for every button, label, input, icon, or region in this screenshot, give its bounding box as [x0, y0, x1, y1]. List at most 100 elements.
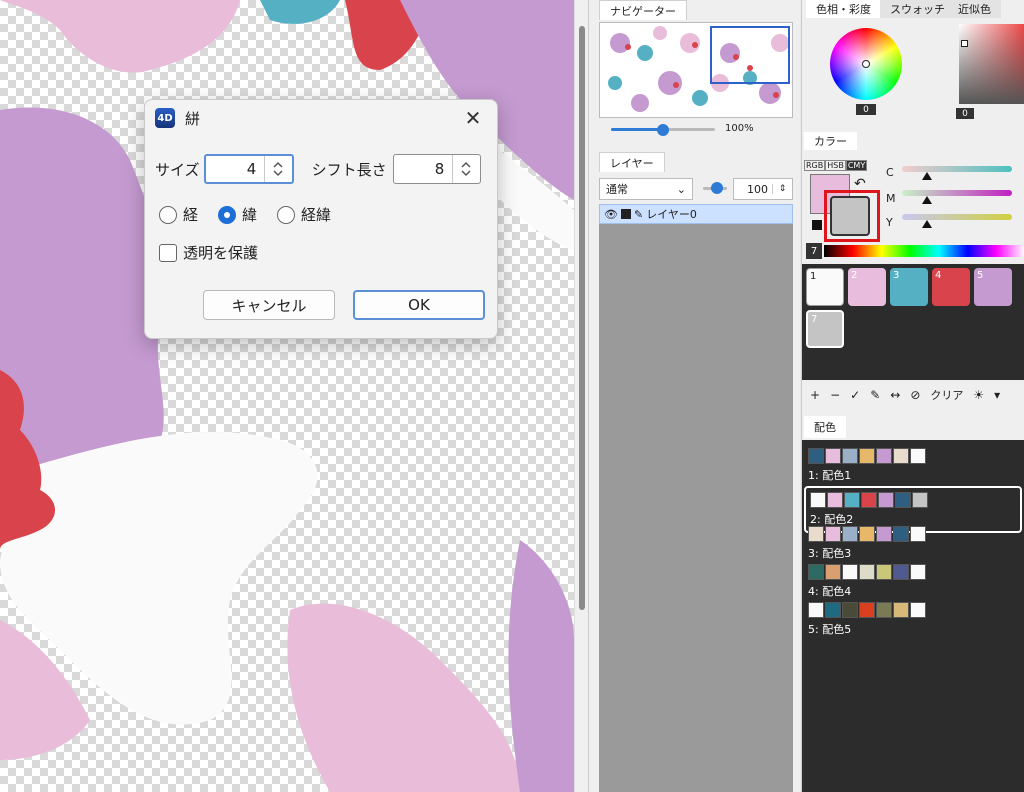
spin-arrows-icon[interactable]: ⇕: [772, 184, 792, 194]
protect-row: 透明を保護: [159, 242, 258, 263]
zoom-value: 100%: [725, 123, 754, 134]
opacity-slider-knob[interactable]: [711, 182, 723, 194]
scheme-name: 3: 配色3: [808, 547, 852, 560]
direction-radio-group: 経 緯 経緯: [159, 204, 331, 225]
tab-swatch[interactable]: スウォッチ: [880, 0, 955, 18]
palette-swatch-3[interactable]: 3: [890, 268, 928, 306]
layer-list: 👁 ✎ レイヤー0: [599, 204, 793, 792]
scheme-chips: [808, 448, 926, 464]
spectrum-bar[interactable]: [824, 245, 1024, 257]
clear-button[interactable]: クリア: [930, 387, 963, 403]
zoom-slider-knob[interactable]: [657, 124, 669, 136]
scheme-name: 4: 配色4: [808, 585, 852, 598]
tab-similar-colors[interactable]: 近似色: [948, 0, 1001, 18]
eye-icon[interactable]: 👁: [604, 208, 618, 221]
dialog-titlebar: 4D 絣 ✕: [145, 100, 497, 136]
navigator-layer-panel: ナビゲーター 100% レイヤー 通常 ⌄ 100 ⇕ 👁 ✎ レイヤー0: [588, 0, 800, 792]
close-icon[interactable]: ✕: [459, 104, 487, 132]
palette-swatch-index: 3: [893, 270, 900, 281]
mode-rgb[interactable]: RGB: [804, 160, 826, 171]
palette-swatch-index: 1: [810, 271, 817, 282]
tab-hue-saturation[interactable]: 色相・彩度: [806, 0, 881, 18]
app-icon: 4D: [155, 108, 175, 128]
tab-color[interactable]: カラー: [804, 132, 857, 150]
slider-m-label: M: [886, 192, 896, 205]
mode-hsb[interactable]: HSB: [825, 160, 846, 171]
size-row: サイズ 4 シフト長さ 8: [155, 154, 481, 184]
navigator-thumbnail[interactable]: [599, 22, 793, 118]
spin-arrows-icon[interactable]: [264, 156, 291, 182]
color-mode-tabs: RGB HSB CMY: [804, 160, 868, 171]
radio-weft[interactable]: [218, 205, 237, 224]
slider-c[interactable]: [902, 166, 1012, 172]
shift-value[interactable]: 8: [394, 160, 453, 178]
lock-icon[interactable]: [620, 209, 631, 219]
hue-value: 0: [856, 104, 876, 115]
default-colors-icon[interactable]: [812, 220, 822, 230]
scheme-item[interactable]: 4: 配色4: [808, 564, 926, 599]
mode-cmy[interactable]: CMY: [845, 160, 868, 171]
swap-horizontal-icon[interactable]: ↔: [890, 388, 900, 402]
brightness-icon[interactable]: ☀: [973, 388, 984, 402]
canvas-vertical-scrollbar[interactable]: [574, 0, 588, 792]
saturation-value-box[interactable]: [959, 24, 1024, 104]
check-icon[interactable]: ✓: [850, 388, 860, 402]
pencil-icon: ✎: [633, 207, 644, 221]
sv-value: 0: [956, 108, 974, 119]
scheme-name: 1: 配色1: [808, 469, 852, 482]
color-scheme-list: 1: 配色1 2: 配色2 3: 配色3 4: 配色4 5: 配色5: [802, 440, 1024, 792]
palette-swatch-2[interactable]: 2: [848, 268, 886, 306]
palette-swatch-index: 7: [811, 314, 818, 325]
palette-toolbar: + − ✓ ✎ ↔ ⊘ クリア ☀ ▾: [802, 384, 1024, 406]
radio-warp-label: 経: [183, 206, 199, 224]
palette-index-badge: 7: [806, 243, 822, 259]
scheme-item[interactable]: 5: 配色5: [808, 602, 926, 637]
protect-transparency-checkbox[interactable]: [159, 243, 177, 262]
protect-transparency-label: 透明を保護: [183, 244, 259, 262]
navigator-view-frame[interactable]: [710, 26, 790, 84]
ok-button[interactable]: OK: [353, 290, 485, 320]
sv-cursor[interactable]: [961, 40, 968, 47]
layer-item[interactable]: 👁 ✎ レイヤー0: [599, 204, 793, 224]
tab-navigator[interactable]: ナビゲーター: [599, 0, 687, 20]
slider-y-thumb[interactable]: [922, 220, 932, 228]
slider-m[interactable]: [902, 190, 1012, 196]
radio-warp[interactable]: [159, 205, 177, 224]
spin-arrows-icon[interactable]: [452, 155, 479, 183]
radio-both[interactable]: [277, 205, 296, 224]
pencil-icon[interactable]: ✎: [870, 388, 880, 402]
shift-stepper[interactable]: 8: [392, 154, 481, 184]
slider-y-label: Y: [886, 216, 893, 229]
scheme-item[interactable]: 1: 配色1: [808, 448, 926, 483]
slider-c-thumb[interactable]: [922, 172, 932, 180]
palette-swatch-5[interactable]: 5: [974, 268, 1012, 306]
scheme-chips: [810, 492, 1016, 508]
tab-color-scheme[interactable]: 配色: [804, 416, 846, 438]
blend-mode-value: 通常: [606, 183, 628, 196]
scheme-chips: [808, 564, 926, 580]
size-value[interactable]: 4: [206, 160, 265, 178]
scheme-name: 2: 配色2: [810, 513, 854, 526]
palette-swatch-1[interactable]: 1: [806, 268, 844, 306]
palette-swatch-7[interactable]: 7: [806, 310, 844, 348]
no-entry-icon[interactable]: ⊘: [910, 388, 920, 402]
add-icon[interactable]: +: [810, 388, 820, 402]
blend-mode-select[interactable]: 通常 ⌄: [599, 178, 693, 200]
slider-m-thumb[interactable]: [922, 196, 932, 204]
scheme-item[interactable]: 3: 配色3: [808, 526, 926, 561]
palette-swatch-4[interactable]: 4: [932, 268, 970, 306]
scheme-chips: [808, 602, 926, 618]
layer-name: レイヤー0: [646, 208, 697, 221]
chevron-down-icon[interactable]: ▾: [994, 388, 1000, 402]
opacity-value[interactable]: 100: [734, 183, 772, 196]
cancel-button[interactable]: キャンセル: [203, 290, 335, 320]
secondary-color-swatch[interactable]: [830, 196, 870, 236]
scrollbar-thumb[interactable]: [579, 26, 585, 610]
hue-wheel-cursor[interactable]: [862, 60, 870, 68]
slider-y[interactable]: [902, 214, 1012, 220]
remove-icon[interactable]: −: [830, 388, 840, 402]
opacity-stepper[interactable]: 100 ⇕: [733, 178, 793, 200]
tab-layer[interactable]: レイヤー: [599, 152, 665, 172]
size-stepper[interactable]: 4: [203, 154, 294, 184]
radio-weft-label: 緯: [242, 206, 258, 224]
